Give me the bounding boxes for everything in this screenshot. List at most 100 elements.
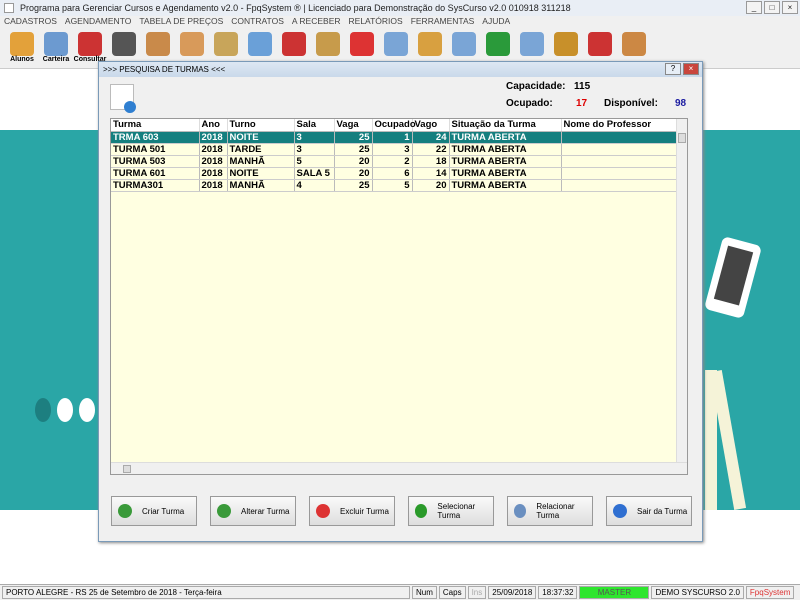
button-icon	[316, 504, 330, 518]
toolbar-icon	[112, 32, 136, 56]
table-cell: MANHÃ	[227, 179, 295, 192]
help-button[interactable]: ?	[665, 63, 681, 75]
table-cell: 2018	[199, 143, 228, 156]
action-button[interactable]: Sair da Turma	[606, 496, 692, 526]
column-header[interactable]: Turma	[111, 119, 200, 132]
table-cell: 2018	[199, 155, 228, 168]
table-cell: 1	[372, 131, 413, 144]
ocupado-value: 17	[576, 98, 588, 109]
column-header[interactable]: Turno	[227, 119, 295, 132]
menu-item[interactable]: CADASTROS	[4, 16, 57, 29]
table-cell: 2018	[199, 167, 228, 180]
action-button[interactable]: Relacionar Turma	[507, 496, 593, 526]
table-cell: 20	[334, 155, 373, 168]
column-header[interactable]: Ocupado	[372, 119, 416, 132]
capacidade-label: Capacidade:	[506, 81, 566, 92]
dots-decoration	[35, 398, 95, 422]
status-num: Num	[412, 586, 437, 599]
maximize-button[interactable]: □	[764, 1, 780, 14]
status-caps: Caps	[438, 586, 466, 599]
column-header[interactable]: Situação da Turma	[449, 119, 562, 132]
action-button[interactable]: Alterar Turma	[210, 496, 296, 526]
menu-bar: CADASTROS AGENDAMENTO TABELA DE PREÇOS CONT…	[0, 16, 800, 29]
status-date: 25/09/2018	[488, 586, 537, 599]
table-cell: 4	[294, 179, 335, 192]
toolbar-button[interactable]: Carteira	[42, 29, 70, 68]
button-icon	[415, 504, 428, 518]
menu-item[interactable]: FERRAMENTAS	[411, 16, 475, 29]
column-header[interactable]: Vaga	[334, 119, 373, 132]
table-cell	[561, 143, 677, 156]
toolbar-icon	[384, 32, 408, 56]
status-time: 18:37:32	[538, 586, 578, 599]
toolbar-icon	[214, 32, 238, 56]
table-cell: TURMA 501	[111, 143, 200, 156]
menu-item[interactable]: TABELA DE PREÇOS	[139, 16, 223, 29]
toolbar-icon	[520, 32, 544, 56]
document-refresh-icon	[110, 84, 136, 113]
pesquisa-turmas-dialog: >>> PESQUISA DE TURMAS <<< ? × Capacidade…	[98, 61, 703, 542]
horizontal-scrollbar[interactable]	[111, 462, 687, 474]
table-cell	[561, 167, 677, 180]
status-brand: FpqSystem	[745, 586, 795, 599]
toolbar-icon	[622, 32, 646, 56]
action-button[interactable]: Selecionar Turma	[408, 496, 494, 526]
table-cell: TURMA301	[111, 179, 200, 192]
action-button[interactable]: Excluir Turma	[309, 496, 395, 526]
menu-item[interactable]: RELATÓRIOS	[349, 16, 403, 29]
toolbar-icon	[588, 32, 612, 56]
toolbar-icon	[418, 32, 442, 56]
vertical-scrollbar[interactable]	[676, 119, 687, 462]
table-row[interactable]: TRMA 603 2018 NOITE 3 25 1 24 TURMA ABERTA	[111, 131, 677, 144]
table-row[interactable]: TURMA 501 2018 TARDE 3 25 3 22 TURMA ABERTA	[111, 143, 677, 156]
action-button[interactable]: Criar Turma	[111, 496, 197, 526]
app-icon	[4, 3, 14, 13]
status-location: PORTO ALEGRE - RS 25 de Setembro de 2018…	[2, 586, 410, 599]
table-cell: 2	[372, 155, 413, 168]
table-cell: TURMA ABERTA	[449, 179, 562, 192]
table-row[interactable]: TURMA301 2018 MANHÃ 4 25 5 20 TURMA ABERTA	[111, 179, 677, 192]
column-header[interactable]: Nome do Professor	[561, 119, 677, 132]
window-title: Programa para Gerenciar Cursos e Agendam…	[20, 3, 571, 13]
table-cell: 6	[372, 167, 413, 180]
table-cell: 2018	[199, 179, 228, 192]
table-cell: 5	[294, 155, 335, 168]
table-cell: 20	[412, 179, 450, 192]
table-cell: TURMA ABERTA	[449, 143, 562, 156]
disponivel-label: Disponível:	[604, 98, 658, 109]
toolbar-icon	[248, 32, 272, 56]
menu-item[interactable]: CONTRATOS	[231, 16, 284, 29]
table-cell: 25	[334, 179, 373, 192]
table-row[interactable]: TURMA 601 2018 NOITE SALA 5 20 6 14 TURMA ABERT…	[111, 167, 677, 180]
menu-item[interactable]: AJUDA	[482, 16, 510, 29]
table-cell	[561, 131, 677, 144]
button-label: Selecionar Turma	[437, 502, 476, 520]
table-cell: 3	[294, 131, 335, 144]
dialog-title-bar: >>> PESQUISA DE TURMAS <<< ? ×	[99, 62, 702, 77]
minimize-button[interactable]: _	[746, 1, 762, 14]
capacidade-value: 115	[574, 81, 591, 92]
table-cell: 3	[372, 143, 413, 156]
column-header[interactable]: Sala	[294, 119, 335, 132]
toolbar-button[interactable]: Alunos	[8, 29, 36, 68]
column-header[interactable]: Vago	[412, 119, 450, 132]
status-db: DEMO SYSCURSO 2.0	[651, 586, 744, 599]
column-header[interactable]: Ano	[199, 119, 228, 132]
status-ins: Ins	[467, 586, 487, 599]
toolbar-icon	[146, 32, 170, 56]
menu-item[interactable]: A RECEBER	[292, 16, 341, 29]
table-cell: TURMA ABERTA	[449, 167, 562, 180]
table-cell: TURMA ABERTA	[449, 155, 562, 168]
dialog-close-button[interactable]: ×	[683, 63, 699, 75]
toolbar-icon	[554, 32, 578, 56]
button-icon	[514, 504, 527, 518]
menu-item[interactable]: AGENDAMENTO	[65, 16, 131, 29]
toolbar-icon	[78, 32, 102, 56]
table-row[interactable]: TURMA 503 2018 MANHÃ 5 20 2 18 TURMA ABERTA	[111, 155, 677, 168]
table-cell: 20	[334, 167, 373, 180]
button-icon	[118, 504, 132, 518]
toolbar-label: Alunos	[10, 56, 34, 63]
close-button[interactable]: ×	[782, 1, 798, 14]
status-bar: PORTO ALEGRE - RS 25 de Setembro de 2018…	[0, 584, 800, 600]
table-cell: 18	[412, 155, 450, 168]
